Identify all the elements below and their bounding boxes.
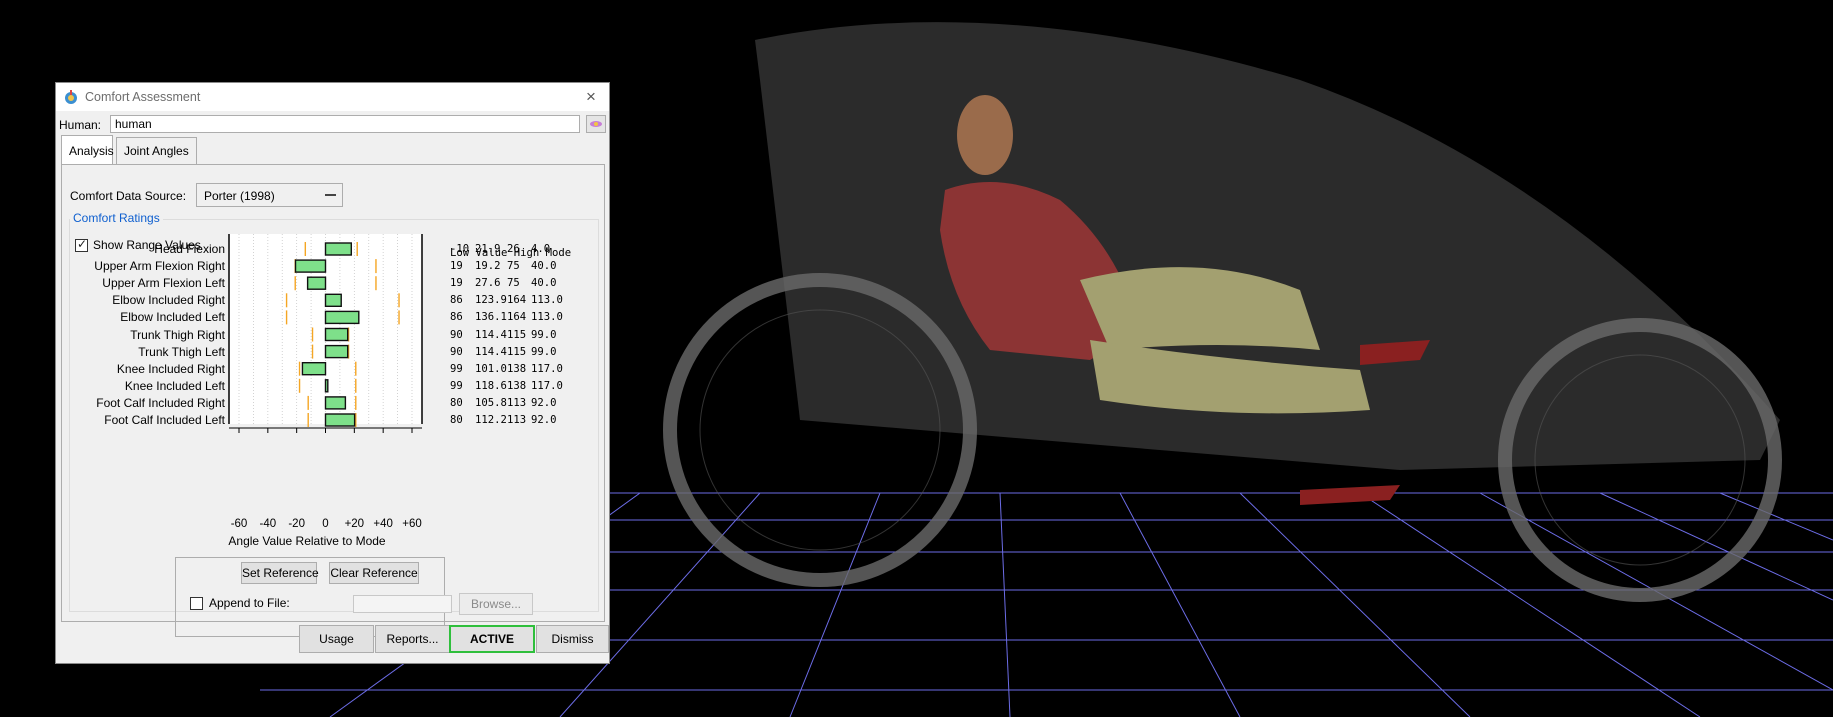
bar — [324, 396, 347, 410]
set-reference-button[interactable]: Set Reference — [241, 562, 319, 584]
x-tick-label: -60 — [230, 518, 248, 530]
bar — [306, 276, 327, 290]
bar — [324, 413, 356, 427]
bar — [324, 242, 353, 256]
x-tick-label: +20 — [344, 518, 365, 530]
bar — [294, 259, 327, 273]
dismiss-button[interactable]: Dismiss — [536, 625, 609, 653]
bar — [301, 362, 327, 376]
append-checkbox[interactable] — [190, 597, 203, 610]
bar — [324, 379, 329, 393]
active-button[interactable]: ACTIVE — [449, 625, 535, 653]
bar — [324, 344, 349, 359]
x-tick-label: -40 — [259, 518, 277, 530]
reports-button[interactable]: Reports... — [375, 625, 450, 653]
x-tick-label: +60 — [402, 518, 422, 530]
x-tick-label: 0 — [322, 518, 329, 530]
append-file-field[interactable] — [353, 595, 452, 613]
browse-button[interactable]: Browse... — [459, 593, 533, 615]
bar — [324, 293, 342, 308]
append-label: Append to File: — [209, 596, 290, 610]
x-tick-label: +40 — [373, 518, 393, 530]
bar — [324, 310, 360, 325]
clear-reference-button[interactable]: Clear Reference — [329, 562, 419, 584]
bottom-button-bar: Usage Reports... ACTIVE Dismiss — [56, 625, 609, 665]
bar — [324, 327, 349, 342]
x-tick-label: -20 — [288, 518, 305, 530]
x-axis-label: Angle Value Relative to Mode — [228, 534, 386, 548]
comfort-assessment-dialog: Comfort Assessment × Human: human Analys… — [55, 82, 610, 664]
usage-button[interactable]: Usage — [299, 625, 374, 653]
